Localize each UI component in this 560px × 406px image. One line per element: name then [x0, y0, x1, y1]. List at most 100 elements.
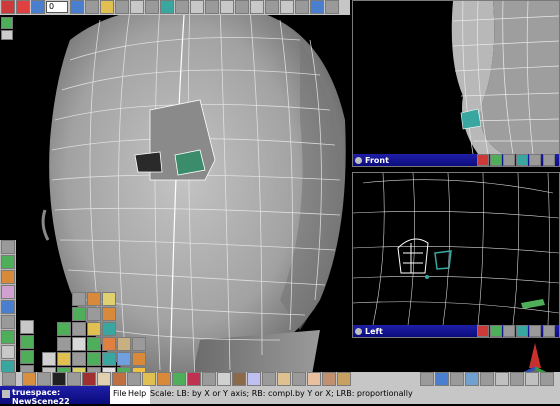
primitive-button-1[interactable]: [72, 292, 86, 306]
primitive-button-17[interactable]: [117, 337, 131, 351]
primitive-button-14[interactable]: [72, 337, 86, 351]
front-viewport[interactable]: Front: [352, 0, 560, 167]
bottom-tool-19[interactable]: [277, 372, 291, 386]
bottom-tool-23[interactable]: [337, 372, 351, 386]
palette-button-3[interactable]: [1, 270, 15, 284]
left-viewport[interactable]: Left: [352, 172, 560, 338]
front-view-button-5[interactable]: [543, 154, 555, 166]
play-button[interactable]: [70, 0, 84, 14]
bottom-tool-14[interactable]: [202, 372, 216, 386]
tool-button-1[interactable]: [145, 0, 159, 14]
primitive-button-25[interactable]: [117, 352, 131, 366]
bottom-tool-24[interactable]: [420, 372, 434, 386]
settings-button[interactable]: [115, 0, 129, 14]
bottom-tool-8[interactable]: [112, 372, 126, 386]
primitive-button-23[interactable]: [87, 352, 101, 366]
bottom-tool-5[interactable]: [67, 372, 81, 386]
bottom-tool-26[interactable]: [450, 372, 464, 386]
tool-button-11[interactable]: [295, 0, 309, 14]
front-close-button[interactable]: [477, 154, 489, 166]
bottom-tool-18[interactable]: [262, 372, 276, 386]
bottom-tool-25[interactable]: [435, 372, 449, 386]
tool-button-8[interactable]: [250, 0, 264, 14]
primitive-button-12[interactable]: [20, 335, 34, 349]
primitive-button-4[interactable]: [72, 307, 86, 321]
primitive-button-15[interactable]: [87, 337, 101, 351]
record-button[interactable]: [16, 0, 30, 14]
tool-button-3[interactable]: [175, 0, 189, 14]
rewind-button[interactable]: [31, 0, 45, 14]
primitive-button-19[interactable]: [20, 350, 34, 364]
bottom-tool-12[interactable]: [172, 372, 186, 386]
bottom-tool-21[interactable]: [307, 372, 321, 386]
primitive-button-3[interactable]: [102, 292, 116, 306]
bottom-tool-1[interactable]: [2, 372, 16, 386]
bottom-tool-6[interactable]: [82, 372, 96, 386]
palette-button-5[interactable]: [1, 300, 15, 314]
primitive-button-8[interactable]: [57, 322, 71, 336]
bottom-tool-7[interactable]: [97, 372, 111, 386]
viewport-menu-icon[interactable]: [355, 328, 362, 335]
bottom-tool-29[interactable]: [495, 372, 509, 386]
palette-button-2[interactable]: [1, 255, 15, 269]
menu-help[interactable]: Help: [128, 389, 146, 398]
primitive-button-6[interactable]: [102, 307, 116, 321]
key-button[interactable]: [100, 0, 114, 14]
palette-button-4[interactable]: [1, 285, 15, 299]
bottom-tool-9[interactable]: [127, 372, 141, 386]
film-button[interactable]: [130, 0, 144, 14]
front-view-button-1[interactable]: [490, 154, 502, 166]
tool-button-5[interactable]: [205, 0, 219, 14]
bottom-tool-11[interactable]: [157, 372, 171, 386]
primitive-button-18[interactable]: [132, 337, 146, 351]
left-view-button-2[interactable]: [503, 325, 515, 337]
small-toolbar-button[interactable]: [1, 17, 13, 29]
left-view-button-1[interactable]: [490, 325, 502, 337]
frame-input[interactable]: 0: [46, 1, 68, 13]
front-view-button-4[interactable]: [529, 154, 541, 166]
primitive-button-13[interactable]: [57, 337, 71, 351]
primitive-button-9[interactable]: [72, 322, 86, 336]
front-view-button-3[interactable]: [516, 154, 528, 166]
tool-button-6[interactable]: [220, 0, 234, 14]
primitive-button-26[interactable]: [132, 352, 146, 366]
primitive-button-20[interactable]: [42, 352, 56, 366]
palette-button-7[interactable]: [1, 330, 15, 344]
primitive-button-2[interactable]: [87, 292, 101, 306]
forward-button[interactable]: [85, 0, 99, 14]
palette-button-1[interactable]: [1, 240, 15, 254]
left-view-button-4[interactable]: [529, 325, 541, 337]
bottom-tool-10[interactable]: [142, 372, 156, 386]
bottom-tool-28[interactable]: [480, 372, 494, 386]
left-view-button-5[interactable]: [543, 325, 555, 337]
tool-button-12[interactable]: [310, 0, 324, 14]
primitive-button-22[interactable]: [72, 352, 86, 366]
primitive-button-10[interactable]: [87, 322, 101, 336]
tool-button-7[interactable]: [235, 0, 249, 14]
tool-button-10[interactable]: [280, 0, 294, 14]
palette-button-8[interactable]: [1, 345, 15, 359]
bottom-tool-2[interactable]: [22, 372, 36, 386]
bottom-tool-15[interactable]: [217, 372, 231, 386]
left-view-button-3[interactable]: [516, 325, 528, 337]
bottom-tool-16[interactable]: [232, 372, 246, 386]
small-toolbar-button-2[interactable]: [1, 30, 13, 40]
bottom-tool-32[interactable]: [540, 372, 554, 386]
primitive-button-16[interactable]: [102, 337, 116, 351]
viewport-menu-icon[interactable]: [355, 157, 362, 164]
bottom-tool-13[interactable]: [187, 372, 201, 386]
bottom-tool-3[interactable]: [37, 372, 51, 386]
front-view-button-2[interactable]: [503, 154, 515, 166]
stop-button[interactable]: [1, 0, 15, 14]
bottom-tool-31[interactable]: [525, 372, 539, 386]
tool-button-13[interactable]: [325, 0, 339, 14]
primitive-button-5[interactable]: [87, 307, 101, 321]
left-close-button[interactable]: [477, 325, 489, 337]
menu-file[interactable]: File: [113, 389, 126, 398]
bottom-tool-22[interactable]: [322, 372, 336, 386]
primitive-button-7[interactable]: [20, 320, 34, 334]
bottom-tool-4[interactable]: [52, 372, 66, 386]
primitive-button-21[interactable]: [57, 352, 71, 366]
bottom-tool-30[interactable]: [510, 372, 524, 386]
bottom-tool-27[interactable]: [465, 372, 479, 386]
